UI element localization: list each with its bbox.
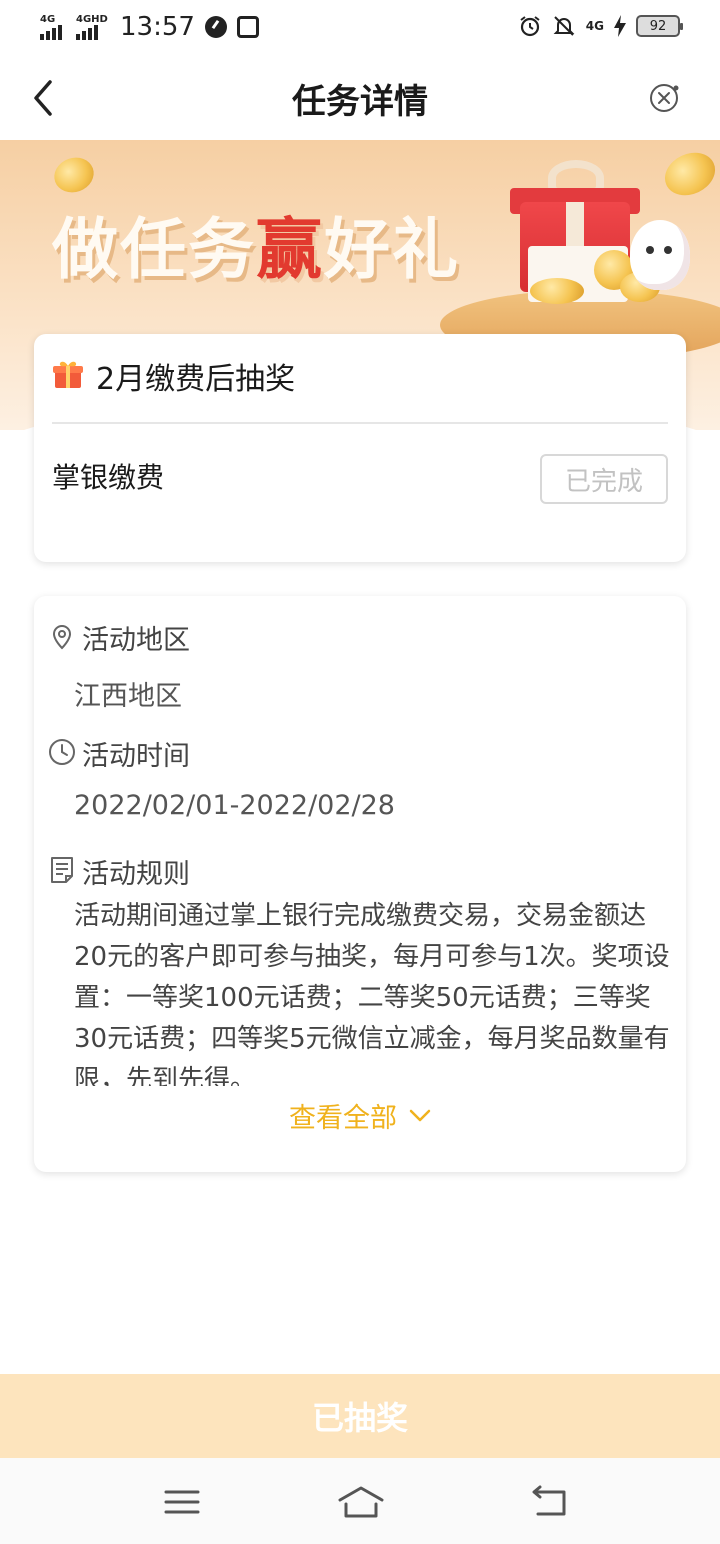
battery-indicator: 92 <box>636 15 683 37</box>
rules-label: 活动规则 <box>82 859 190 890</box>
draw-lottery-label: 已抽奖 <box>311 1399 408 1437</box>
region-label: 活动地区 <box>82 625 190 656</box>
signal-hd-label: 4GHD <box>76 14 108 25</box>
location-icon <box>52 625 72 650</box>
task-title: 2月缴费后抽奖 <box>96 362 296 397</box>
mute-icon <box>553 16 575 36</box>
banner-slogan: 做任务 赢 好礼 <box>52 196 460 292</box>
coin-decoration <box>657 144 720 204</box>
app-notification-icon <box>236 16 259 38</box>
activity-info-card: 活动地区 江西地区 活动时间 2022/02/01-2022/02/28 活动规… <box>34 596 686 1172</box>
return-icon[interactable] <box>530 1484 570 1520</box>
document-icon <box>51 857 73 883</box>
system-nav-bar <box>0 1458 720 1544</box>
divider <box>52 422 668 424</box>
time-value: 2022/02/01-2022/02/28 <box>74 790 395 821</box>
task-status-button[interactable]: 已完成 <box>540 454 668 504</box>
rules-text: 活动期间通过掌上银行完成缴费交易，交易金额达20元的客户即可参与抽奖，每月可参与… <box>74 901 670 1086</box>
nav-bar: 任务详情 <box>0 56 720 140</box>
view-all-button[interactable]: 查看全部 <box>34 1096 686 1135</box>
status-bar: 4G 4GHD 13:57 4G 92 <box>0 0 720 56</box>
clock-icon <box>49 739 75 765</box>
status-left: 4G 4GHD 13:57 <box>40 12 259 42</box>
clock-time: 13:57 <box>120 12 195 42</box>
mascot-image <box>630 220 690 290</box>
alarm-icon <box>520 16 540 37</box>
slogan-part-1: 做任务 <box>52 211 256 288</box>
close-icon[interactable] <box>648 82 680 114</box>
view-all-label: 查看全部 <box>289 1103 397 1134</box>
menu-icon[interactable] <box>162 1484 202 1520</box>
page-title: 任务详情 <box>292 82 428 122</box>
network-label: 4G <box>585 19 604 33</box>
gift-icon <box>53 361 83 388</box>
slogan-part-2: 好礼 <box>324 211 460 288</box>
charging-icon <box>614 15 626 37</box>
signal-hd-icon: 4GHD <box>76 14 114 40</box>
gold-ingot-decoration <box>530 278 584 304</box>
speed-icon <box>204 16 227 38</box>
home-icon[interactable] <box>336 1484 386 1520</box>
status-right: 4G 92 <box>518 14 683 38</box>
time-label: 活动时间 <box>82 741 190 772</box>
task-name: 掌银缴费 <box>52 461 165 494</box>
signal-label: 4G <box>40 14 56 25</box>
task-card: 2月缴费后抽奖 掌银缴费 已完成 <box>34 334 686 562</box>
slogan-win: 赢 <box>256 211 324 288</box>
draw-lottery-button[interactable]: 已抽奖 <box>0 1374 720 1458</box>
chevron-down-icon <box>409 1109 431 1121</box>
signal-icon: 4G <box>40 14 72 40</box>
region-value: 江西地区 <box>74 681 182 712</box>
coin-decoration <box>49 152 99 198</box>
